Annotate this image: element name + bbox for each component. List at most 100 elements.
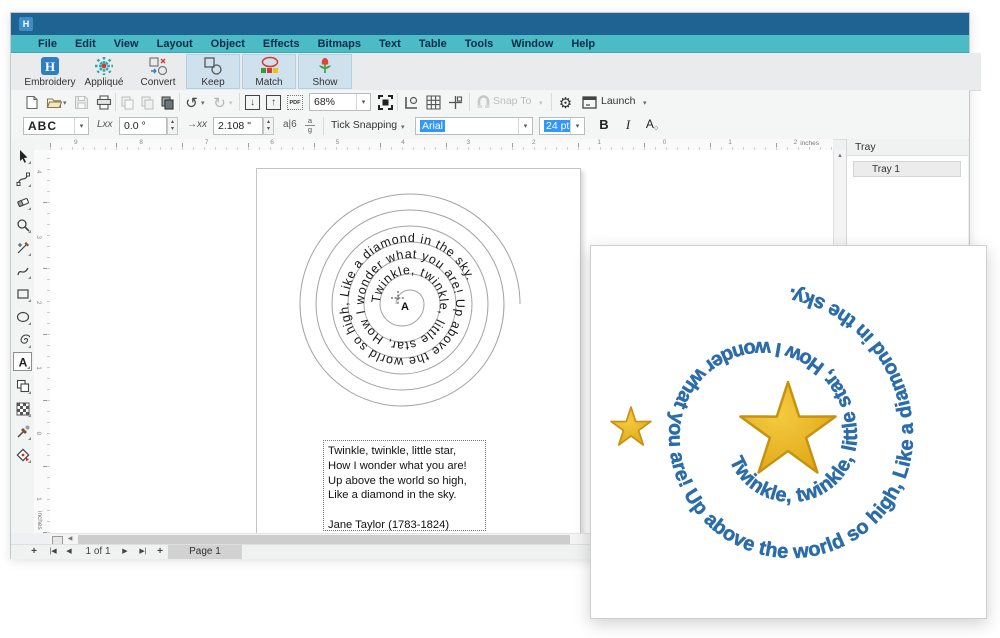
redo-button[interactable]: ↻ — [211, 94, 228, 112]
show-hoop-button[interactable] — [403, 94, 420, 111]
snap-to-label: Snap To — [493, 95, 532, 107]
undo-dropdown[interactable]: ▾ — [201, 99, 205, 107]
show-rulers-guides-button[interactable] — [447, 94, 464, 111]
menu-layout[interactable]: Layout — [148, 35, 202, 53]
line-spacing-icon[interactable]: ag — [305, 117, 315, 134]
baseline-angle-value: 0.0 ° — [124, 120, 146, 132]
launch-icon[interactable] — [581, 94, 598, 111]
scroll-up-icon[interactable]: ▲ — [834, 150, 846, 162]
export-machine-file-button[interactable]: ↑ — [266, 95, 281, 110]
match-button[interactable]: Match — [242, 54, 296, 89]
design-page[interactable]: Twinkle, twinkle, little star, How I won… — [256, 168, 581, 533]
open-dropdown[interactable]: ▾ — [63, 99, 67, 107]
font-dropdown-icon[interactable]: ▾ — [518, 118, 532, 134]
eyedropper-tool-icon[interactable] — [13, 422, 32, 441]
redo-dropdown[interactable]: ▾ — [229, 99, 233, 107]
convert-button[interactable]: Convert — [132, 54, 184, 89]
bold-button[interactable]: B — [595, 117, 613, 132]
page-indicator: 1 of 1 — [85, 546, 111, 557]
snap-to-dropdown[interactable]: ▾ — [539, 99, 543, 107]
paste-button[interactable] — [119, 94, 136, 111]
eraser-tool-icon[interactable] — [13, 192, 32, 211]
embroidery-preview-card: Twinkle, twinkle, little star, How I won… — [590, 245, 987, 619]
menu-file[interactable]: File — [29, 35, 66, 53]
launch-dropdown[interactable]: ▾ — [643, 99, 647, 107]
tick-snapping-dropdown[interactable]: ▾ — [401, 123, 405, 131]
embroidery-button[interactable]: H Embroidery — [24, 54, 76, 89]
rectangle-tool-icon[interactable] — [13, 284, 32, 303]
svg-text:A: A — [18, 355, 27, 369]
menu-view[interactable]: View — [105, 35, 148, 53]
menu-window[interactable]: Window — [502, 35, 562, 53]
zoom-tool-icon[interactable] — [13, 215, 32, 234]
page-tab[interactable]: Page 1 — [168, 545, 242, 559]
italic-button[interactable]: I — [619, 117, 637, 133]
baseline-shape-combobox[interactable]: ABC ▾ — [23, 117, 89, 135]
add-page-button-2[interactable]: + — [153, 545, 167, 559]
settings-gear-icon[interactable]: ⚙ — [557, 94, 574, 112]
tray-item-tab[interactable]: Tray 1 — [853, 161, 961, 177]
new-design-button[interactable] — [23, 94, 40, 111]
baseline-dropdown-icon[interactable]: ▾ — [74, 118, 88, 134]
menu-object[interactable]: Object — [202, 35, 254, 53]
fill-color-tool-icon[interactable] — [13, 445, 32, 464]
letter-kerning-icon[interactable]: a|6 — [283, 119, 297, 130]
baseline-angle-spinner[interactable]: ▴ ▾ — [167, 117, 178, 135]
font-size-dropdown-icon[interactable]: ▾ — [570, 118, 584, 134]
zoom-combobox[interactable]: 68% ▾ — [309, 93, 371, 111]
add-page-button[interactable]: + — [27, 545, 41, 559]
pattern-fill-tool-icon[interactable] — [13, 399, 32, 418]
shapes-tool-icon[interactable] — [13, 376, 32, 395]
menu-text[interactable]: Text — [370, 35, 410, 53]
launch-label[interactable]: Launch — [601, 95, 635, 107]
export-pdf-button[interactable]: PDF — [287, 95, 303, 110]
copy-to-tray-button[interactable] — [159, 94, 176, 111]
undo-button[interactable]: ↺ — [183, 94, 200, 112]
horizontal-ruler-unit: inches — [800, 140, 819, 147]
poem-text-block[interactable]: Twinkle, twinkle, little star, How I won… — [323, 440, 486, 531]
import-machine-file-button[interactable]: ↓ — [245, 95, 260, 110]
first-page-button[interactable]: |◀ — [45, 545, 61, 559]
next-page-button[interactable]: ▶ — [119, 545, 131, 559]
tray-panel-header[interactable]: Tray — [847, 139, 968, 156]
applique-button[interactable]: Appliqué — [78, 54, 130, 89]
show-button[interactable]: Show — [298, 54, 352, 89]
zoom-dropdown-icon[interactable]: ▾ — [356, 94, 370, 110]
menu-help[interactable]: Help — [562, 35, 604, 53]
baseline-offset-input[interactable]: 2.108 " — [213, 117, 263, 135]
convert-shapes-icon — [148, 56, 168, 76]
previous-page-button[interactable]: ◀ — [63, 545, 75, 559]
letter-style-button[interactable]: A○ — [643, 117, 661, 132]
tick-snapping-label[interactable]: Tick Snapping — [331, 119, 397, 131]
lettering-tool-icon[interactable]: A — [13, 352, 32, 371]
menu-table[interactable]: Table — [410, 35, 456, 53]
open-design-button[interactable] — [45, 94, 62, 111]
small-star-icon — [610, 406, 652, 446]
keep-button[interactable]: Keep — [186, 54, 240, 89]
freehand-tool-icon[interactable] — [13, 261, 32, 280]
scrollbar-thumb[interactable] — [78, 535, 570, 544]
font-size-combobox[interactable]: 24 pt ▾ — [539, 117, 585, 135]
menu-effects[interactable]: Effects — [254, 35, 309, 53]
reshape-tool-icon[interactable] — [13, 169, 32, 188]
menu-bitmaps[interactable]: Bitmaps — [309, 35, 370, 53]
lettering-toolbar: ABC ▾ Lxx 0.0 ° ▴ ▾ →xx 2.108 " ▴ ▾ a|6 ag… — [11, 114, 969, 140]
menu-edit[interactable]: Edit — [66, 35, 105, 53]
last-page-button[interactable]: ▶| — [135, 545, 151, 559]
snap-icon[interactable] — [475, 94, 492, 111]
menubar: File Edit View Layout Object Effects Bit… — [11, 35, 969, 53]
print-button[interactable] — [95, 94, 112, 111]
menu-tools[interactable]: Tools — [456, 35, 503, 53]
baseline-offset-spinner[interactable]: ▴ ▾ — [263, 117, 274, 135]
baseline-angle-input[interactable]: 0.0 ° — [119, 117, 167, 135]
poem-line — [328, 503, 481, 518]
spiral-tool-icon[interactable] — [13, 330, 32, 349]
ellipse-tool-icon[interactable] — [13, 307, 32, 326]
save-design-button[interactable] — [73, 94, 90, 111]
font-combobox[interactable]: Arial ▾ — [415, 117, 533, 135]
zoom-to-fit-button[interactable] — [377, 94, 394, 111]
select-tool-icon[interactable] — [13, 146, 32, 165]
show-grid-button[interactable] — [425, 94, 442, 111]
copy-button[interactable] — [139, 94, 156, 111]
measure-tool-icon[interactable] — [13, 238, 32, 257]
